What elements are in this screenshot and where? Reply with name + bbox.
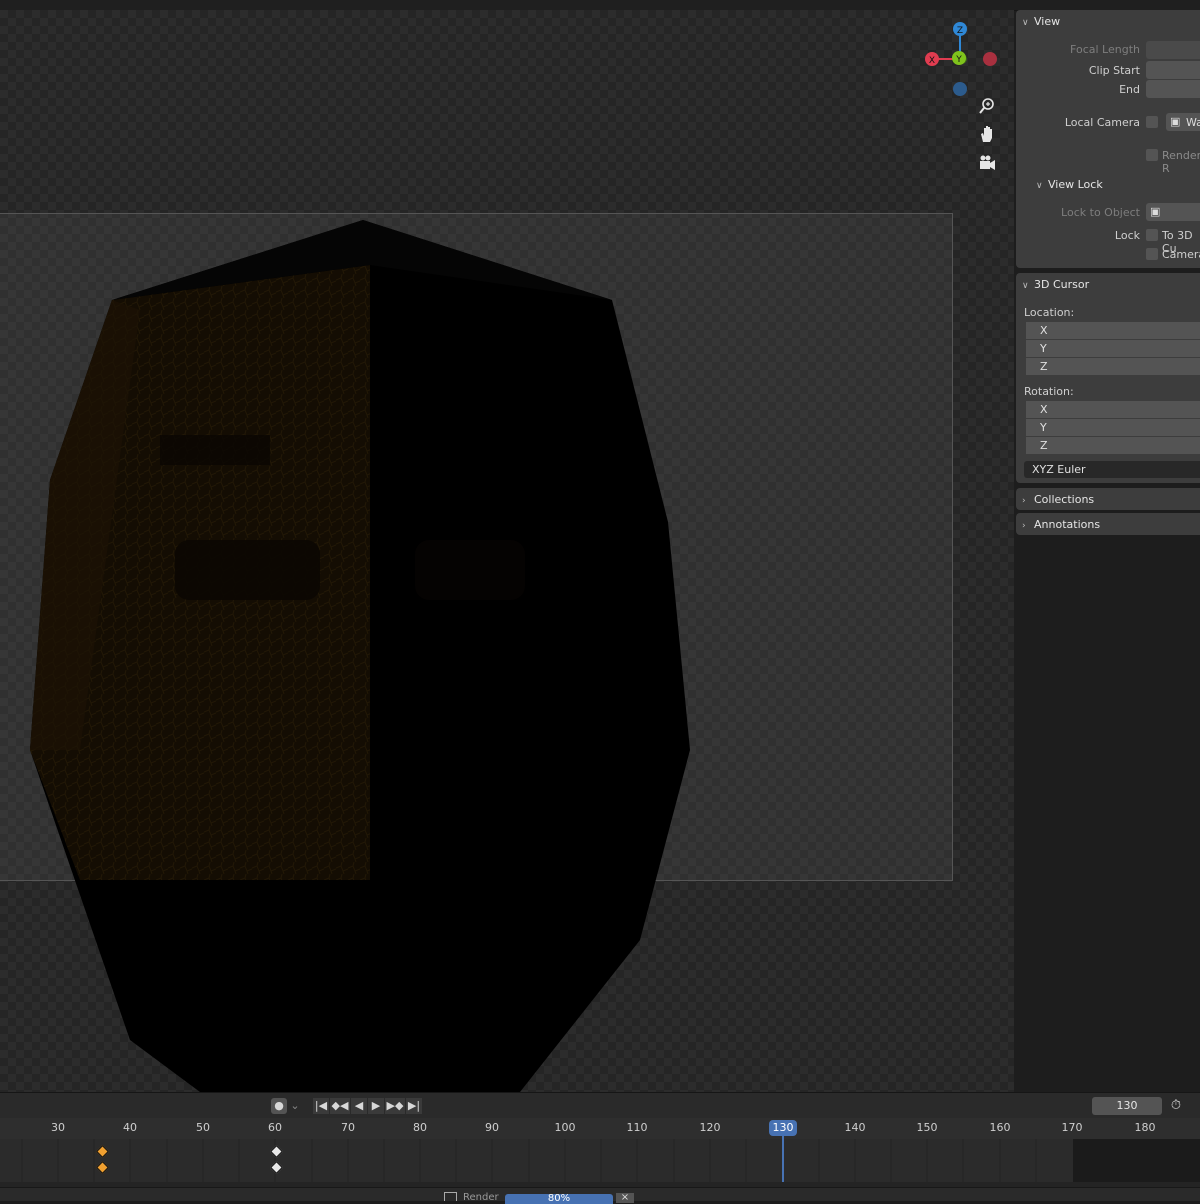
current-frame-field[interactable]: 130 xyxy=(1092,1097,1162,1115)
timeline-header: ● ⌄ |◀ ◆◀ ◀ ▶ ▶◆ ▶| 130 ⏱ xyxy=(0,1093,1200,1118)
sidebar: ∨ View Focal Length Clip Start End Local … xyxy=(1014,10,1200,540)
chevron-down-icon[interactable]: ⌄ xyxy=(288,1098,302,1114)
tick-label: 160 xyxy=(989,1121,1011,1134)
render-progress-bar: 80% xyxy=(505,1194,613,1204)
frame-ruler[interactable]: 30 40 50 60 70 80 90 100 110 120 130 140… xyxy=(0,1118,1200,1139)
chevron-down-icon: ∨ xyxy=(1022,281,1029,291)
clip-start-label: Clip Start xyxy=(1088,64,1140,77)
mesh-detail-slot xyxy=(160,435,270,465)
chevron-down-icon: ∨ xyxy=(1022,18,1029,28)
jump-end-button[interactable]: ▶| xyxy=(406,1098,422,1114)
local-camera-field[interactable]: ▣ Wa xyxy=(1166,113,1200,131)
annotations-panel[interactable]: › Annotations xyxy=(1016,513,1200,535)
view-panel: ∨ View Focal Length Clip Start End Local … xyxy=(1016,10,1200,268)
tick-label: 170 xyxy=(1061,1121,1083,1134)
3d-viewport[interactable]: Z X Y xyxy=(0,10,1014,1092)
navigation-gizmo[interactable]: Z X Y xyxy=(918,15,1008,105)
3d-cursor-header[interactable]: ∨ 3D Cursor xyxy=(1022,278,1089,291)
prev-keyframe-button[interactable]: ◆◀ xyxy=(330,1098,350,1114)
clip-start-field[interactable] xyxy=(1146,61,1200,79)
mesh-object[interactable] xyxy=(0,10,1014,1092)
tick-label: 70 xyxy=(341,1121,355,1134)
lock-to-object-field[interactable]: ▣ xyxy=(1146,203,1200,221)
zoom-icon[interactable] xyxy=(975,94,999,118)
view-panel-header[interactable]: ∨ View xyxy=(1022,15,1060,28)
record-button[interactable]: ● xyxy=(271,1098,287,1114)
cancel-render-button[interactable]: × xyxy=(616,1193,634,1203)
hand-pan-icon[interactable] xyxy=(975,122,999,146)
tick-label: 150 xyxy=(916,1121,938,1134)
rotation-y-field[interactable]: Y xyxy=(1026,419,1200,436)
tick-label: 120 xyxy=(699,1121,721,1134)
lock-to-3d-cursor-checkbox[interactable] xyxy=(1146,229,1158,241)
playhead-frame-indicator[interactable]: 130 xyxy=(769,1120,797,1136)
tick-label: 80 xyxy=(413,1121,427,1134)
location-x-field[interactable]: X xyxy=(1026,322,1200,339)
timeline-editor: ● ⌄ |◀ ◆◀ ◀ ▶ ▶◆ ▶| 130 ⏱ 30 40 50 60 70… xyxy=(0,1092,1200,1201)
lock-to-object-label: Lock to Object xyxy=(1061,206,1140,219)
render-region-checkbox[interactable] xyxy=(1146,149,1158,161)
collections-panel[interactable]: › Collections xyxy=(1016,488,1200,510)
lock-label: Lock xyxy=(1114,229,1140,242)
location-y-field[interactable]: Y xyxy=(1026,340,1200,357)
render-job-label: Render xyxy=(463,1192,499,1203)
local-camera-checkbox[interactable] xyxy=(1146,116,1158,128)
rotation-z-field[interactable]: Z xyxy=(1026,437,1200,454)
rotation-mode-dropdown[interactable]: XYZ Euler xyxy=(1024,461,1200,478)
camera-view-icon[interactable] xyxy=(975,150,999,174)
tick-label: 30 xyxy=(51,1121,65,1134)
tick-label: 40 xyxy=(123,1121,137,1134)
tick-label: 140 xyxy=(844,1121,866,1134)
chevron-down-icon: ∨ xyxy=(1036,181,1043,191)
status-bar: Render 80% × xyxy=(0,1187,1200,1204)
play-button[interactable]: ▶ xyxy=(368,1098,384,1114)
clip-end-label: End xyxy=(1119,83,1140,96)
next-keyframe-button[interactable]: ▶◆ xyxy=(385,1098,405,1114)
lock-camera-checkbox[interactable] xyxy=(1146,248,1158,260)
neg-x-axis-ball[interactable] xyxy=(983,52,997,66)
rotation-label: Rotation: xyxy=(1024,385,1074,398)
tick-label: 60 xyxy=(268,1121,282,1134)
render-region-label: Render R xyxy=(1162,149,1200,175)
tick-label: 100 xyxy=(554,1121,576,1134)
out-of-range-area xyxy=(1073,1139,1200,1182)
3d-cursor-panel: ∨ 3D Cursor Location: X Y Z Rotation: X Y… xyxy=(1016,273,1200,483)
focal-length-field[interactable] xyxy=(1146,41,1200,59)
stopwatch-icon[interactable]: ⏱ xyxy=(1167,1098,1185,1114)
tick-label: 180 xyxy=(1134,1121,1156,1134)
playhead-line[interactable] xyxy=(782,1136,784,1182)
tick-label: 50 xyxy=(196,1121,210,1134)
mesh-detail-window xyxy=(175,540,320,600)
mesh-detail-window-right xyxy=(415,540,525,600)
object-icon: ▣ xyxy=(1150,205,1161,218)
view-lock-header[interactable]: ∨ View Lock xyxy=(1036,178,1103,191)
location-z-field[interactable]: Z xyxy=(1026,358,1200,375)
camera-object-icon: ▣ xyxy=(1170,115,1181,128)
chevron-right-icon: › xyxy=(1022,521,1026,531)
neg-z-axis-ball[interactable] xyxy=(953,82,967,96)
keyframe-area[interactable] xyxy=(0,1139,1200,1182)
lock-camera-label: Camera xyxy=(1162,248,1200,261)
annotations-header[interactable]: › Annotations xyxy=(1022,518,1100,531)
rotation-x-field[interactable]: X xyxy=(1026,401,1200,418)
gizmo-x-label: X xyxy=(929,56,935,66)
gizmo-y-label: Y xyxy=(955,55,962,65)
focal-length-label: Focal Length xyxy=(1070,43,1140,56)
local-camera-label: Local Camera xyxy=(1064,116,1140,129)
jump-start-button[interactable]: |◀ xyxy=(313,1098,329,1114)
clip-end-field[interactable] xyxy=(1146,80,1200,98)
tick-label: 110 xyxy=(626,1121,648,1134)
chevron-right-icon: › xyxy=(1022,496,1026,506)
play-reverse-button[interactable]: ◀ xyxy=(351,1098,367,1114)
frame-gridlines xyxy=(21,1139,1037,1182)
location-label: Location: xyxy=(1024,306,1075,319)
collections-header[interactable]: › Collections xyxy=(1022,493,1094,506)
tick-label: 90 xyxy=(485,1121,499,1134)
gizmo-z-label: Z xyxy=(957,26,963,36)
